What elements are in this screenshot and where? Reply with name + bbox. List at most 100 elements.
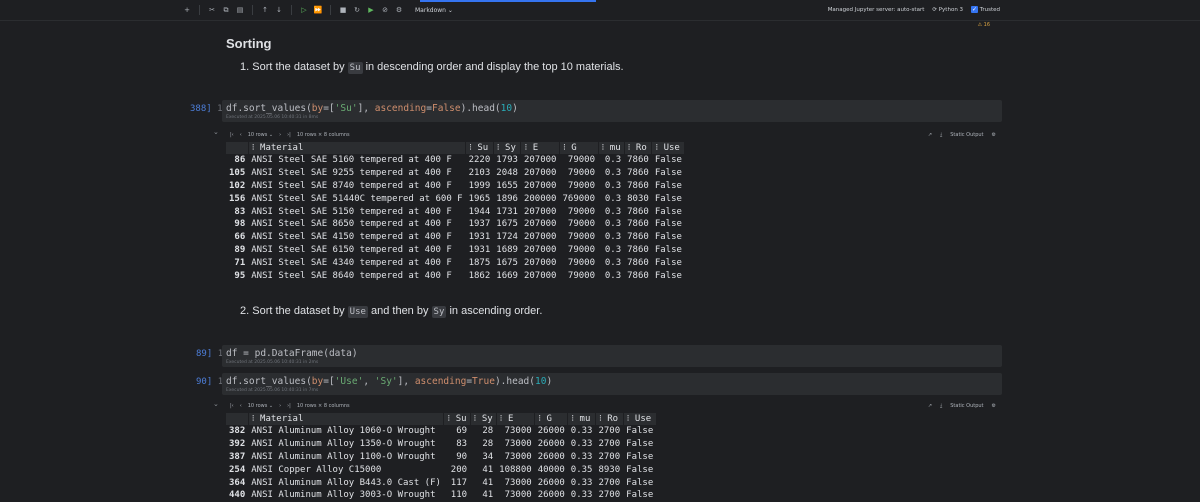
output-toolbar: |‹ ‹ 10 rows ⌄ › ›| 10 rows × 8 columns … [226, 400, 1002, 412]
table-cell: False [626, 426, 654, 437]
trusted-label: Trusted [979, 7, 1000, 13]
trusted-toggle[interactable]: ✓ Trusted [971, 6, 1000, 13]
column-header-use[interactable]: ⁝ Use [623, 413, 657, 425]
table-cell: 207000 [523, 206, 557, 217]
table-cell: 73000 [504, 451, 532, 462]
column-header-e[interactable]: ⁝ E [496, 413, 536, 425]
table-cell: False [654, 244, 682, 255]
execution-info: Executed at 2025.05.06 10:40:31 in 8ms [226, 115, 319, 120]
download-icon[interactable]: ⤓ [940, 132, 942, 138]
column-header-mu[interactable]: ⁝ mu [567, 413, 596, 425]
table-cell: ANSI Steel SAE 51440C tempered at 600 F [251, 193, 463, 204]
table-shape: 10 rows × 8 columns [296, 132, 350, 138]
cell-number: 89] 1 [196, 349, 223, 359]
warnings-badge[interactable]: ⚠ 16 [978, 22, 990, 28]
column-header-su[interactable]: ⁝ Su [465, 142, 494, 154]
copy-icon[interactable]: ⧉ [222, 6, 230, 14]
toolbar-divider [330, 5, 331, 15]
collapse-output-icon[interactable]: ⌄ [213, 128, 219, 136]
settings-icon[interactable]: ⚙ [395, 6, 403, 14]
move-up-icon[interactable]: ↑ [261, 6, 269, 14]
move-down-icon[interactable]: ↓ [275, 6, 283, 14]
output-settings-icon[interactable]: ⚙ [992, 403, 996, 409]
column-header-sy[interactable]: ⁝ Sy [493, 142, 522, 154]
code-cell[interactable]: df = pd.DataFrame(data) Executed at 2025… [222, 345, 1002, 367]
prev-page-icon[interactable]: ‹ [240, 132, 242, 138]
table-cell: False [626, 477, 654, 488]
table-cell: 2700 [598, 426, 621, 437]
table-cell: 207000 [523, 270, 557, 281]
table-cell: 7860 [627, 219, 649, 230]
paste-icon[interactable]: ▤ [236, 6, 244, 14]
first-page-icon[interactable]: |‹ [230, 132, 234, 138]
table-cell: 0.33 [570, 477, 593, 488]
cell-code[interactable]: df.sort_values(by=['Su'], ascending=Fals… [222, 100, 1002, 114]
last-page-icon[interactable]: ›| [287, 132, 291, 138]
table-cell: 0.3 [604, 219, 622, 230]
table-cell: 7860 [627, 206, 649, 217]
table-cell: 207000 [523, 180, 557, 191]
jupyter-server-dropdown[interactable]: Managed Jupyter server: auto-start [828, 7, 925, 13]
collapse-output-icon[interactable]: ⌄ [213, 400, 219, 408]
column-header-material[interactable]: ⁝ Material [248, 413, 445, 425]
restart-icon[interactable]: ↻ [353, 6, 361, 14]
inline-code: Su [347, 62, 363, 74]
table-cell: 207000 [523, 155, 557, 166]
cut-icon[interactable]: ✂ [208, 6, 216, 14]
table-cell: 1862 [468, 270, 491, 281]
column-header-g[interactable]: ⁝ G [559, 142, 599, 154]
open-in-tab-icon[interactable]: ↗ [928, 132, 932, 138]
column-header-use[interactable]: ⁝ Use [651, 142, 686, 154]
cell-code[interactable]: df = pd.DataFrame(data) [222, 345, 1002, 359]
run-cell-icon[interactable]: ▷ [300, 6, 308, 14]
rows-select[interactable]: 10 rows ⌄ [248, 132, 273, 138]
kernel-dropdown[interactable]: ⟳ Python 3 [932, 7, 963, 13]
next-page-icon[interactable]: › [279, 132, 281, 138]
code-cell[interactable]: df.sort_values(by=['Su'], ascending=Fals… [222, 100, 1002, 122]
stop-icon[interactable]: ■ [339, 6, 347, 14]
table-row: 105 ANSI Steel SAE 9255 tempered at 400 F… [226, 167, 685, 180]
table-row: 86 ANSI Steel SAE 5160 tempered at 400 F 2… [226, 154, 685, 167]
column-header-mu[interactable]: ⁝ mu [598, 142, 625, 154]
step-text: Sort the dataset by [252, 305, 345, 317]
column-header-su[interactable]: ⁝ Su [443, 413, 471, 425]
run-all-icon[interactable]: ⏩ [314, 6, 323, 14]
table-cell: 79000 [567, 168, 595, 179]
table-cell: False [654, 180, 682, 191]
cell-type-dropdown[interactable]: Markdown ⌄ [415, 7, 453, 14]
table-cell: False [654, 155, 682, 166]
rows-select[interactable]: 10 rows ⌄ [248, 403, 273, 409]
code-cell[interactable]: df.sort_values(by=['Use', 'Sy'], ascendi… [222, 373, 1002, 395]
table-cell: 1793 [496, 155, 518, 166]
column-header-g[interactable]: ⁝ G [534, 413, 569, 425]
table-cell: False [654, 168, 682, 179]
table-cell: 1675 [496, 219, 518, 230]
next-page-icon[interactable]: › [279, 403, 281, 409]
output-settings-icon[interactable]: ⚙ [992, 132, 996, 138]
column-header-ro[interactable]: ⁝ Ro [624, 142, 653, 154]
table-cell: 0.33 [570, 426, 593, 437]
table-cell: 41 [482, 477, 494, 488]
table-cell: 79000 [567, 206, 595, 217]
toolbar-divider [252, 5, 253, 15]
add-cell-icon[interactable]: + [183, 6, 191, 14]
last-page-icon[interactable]: ›| [287, 403, 291, 409]
table-cell: 0.3 [604, 257, 622, 268]
table-cell: ANSI Steel SAE 8740 tempered at 400 F [251, 180, 452, 191]
prev-page-icon[interactable]: ‹ [240, 403, 242, 409]
step-2-text: 2. Sort the dataset by Use and then by S… [240, 305, 542, 318]
rows-select-label: 10 rows [247, 403, 268, 409]
column-header-e[interactable]: ⁝ E [520, 142, 560, 154]
column-header-material[interactable]: ⁝ Material [248, 142, 467, 154]
cell-code[interactable]: df.sort_values(by=['Use', 'Sy'], ascendi… [222, 373, 1002, 387]
download-icon[interactable]: ⤓ [940, 403, 942, 409]
restart-run-icon[interactable]: ▶ [367, 6, 375, 14]
table-row: 364 ANSI Aluminum Alloy B443.0 Cast (F) 11… [226, 476, 656, 489]
table-cell: 2700 [598, 451, 621, 462]
first-page-icon[interactable]: |‹ [230, 403, 234, 409]
column-header-ro[interactable]: ⁝ Ro [595, 413, 624, 425]
table-cell: False [654, 219, 682, 230]
clear-outputs-icon[interactable]: ⊘ [381, 6, 389, 14]
open-in-tab-icon[interactable]: ↗ [928, 403, 932, 409]
column-header-sy[interactable]: ⁝ Sy [470, 413, 497, 425]
